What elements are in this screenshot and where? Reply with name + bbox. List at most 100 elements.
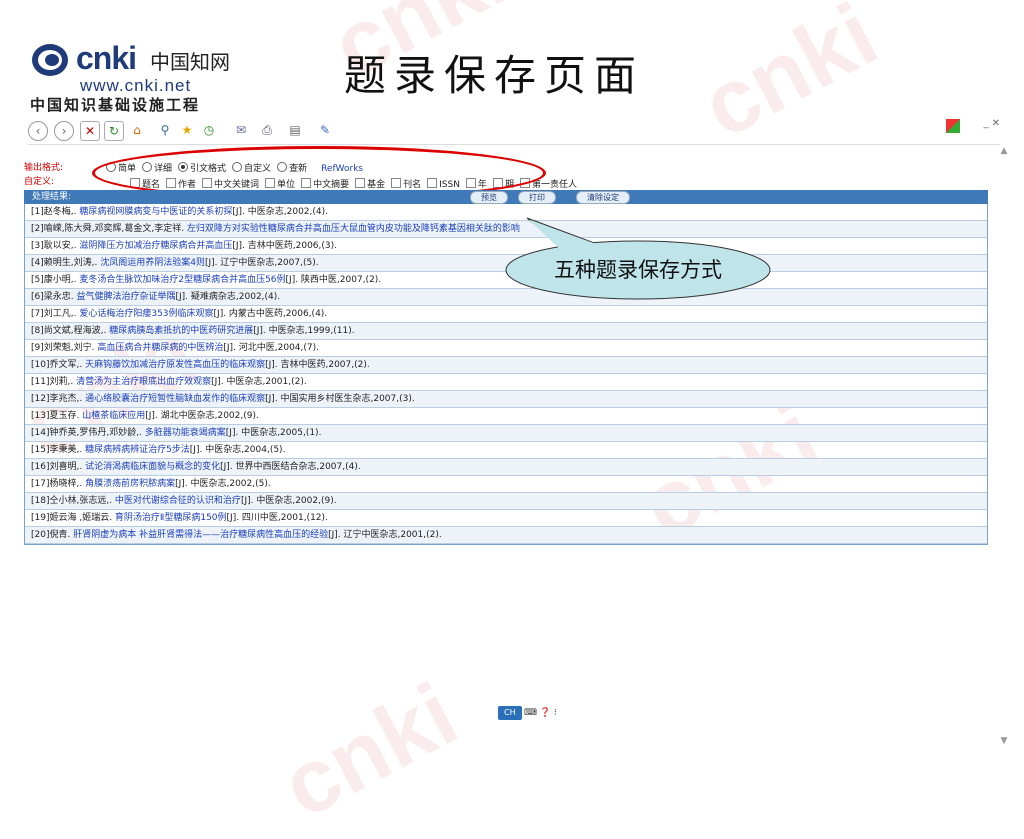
result-title-link[interactable]: 天麻钩藤饮加减治疗原发性高血压的临床观察 <box>85 360 265 370</box>
result-source: [J]. 中医杂志,2002,(5). <box>175 479 271 489</box>
logo-project-name: 中国知识基础设施工程 <box>30 96 201 114</box>
result-source: [J]. 中医杂志,2002,(9). <box>240 496 337 506</box>
output-format-label: 输出格式: <box>24 163 64 173</box>
result-source: [J]. 中医杂志,2004,(5). <box>189 445 286 455</box>
result-title-link[interactable]: 试论消渴病临床面貌与概念的变化 <box>85 462 220 472</box>
result-title-link[interactable]: 清营汤为主治疗眼底出血疗效观察 <box>76 377 211 387</box>
result-source: [J]. 内蒙古中医药,2006,(4). <box>213 309 328 319</box>
edit-icon[interactable]: ▤ <box>286 121 304 139</box>
callout-bubble: 五种题录保存方式 <box>505 217 771 300</box>
result-title-link[interactable]: 爱心话梅治疗阳痿353例临床观察 <box>79 309 213 319</box>
result-source: [J]. 吉林中医药,2006,(3). <box>232 241 337 251</box>
result-title-link[interactable]: 益气健脾法治疗杂证举隅 <box>76 292 175 302</box>
result-row: [19]姬云海 ,姬瑞云. 育阴汤治疗Ⅱ型糖尿病150例[J]. 四川中医,20… <box>25 510 987 527</box>
results-header-label: 处理结果: <box>32 192 72 202</box>
browser-toolbar: ‹ › ✕ ↻ ⌂ ⚲ ★ ◷ ✉ ⎙ ▤ ✎ <box>28 116 1000 145</box>
result-authors: [20]倪青. <box>31 530 74 540</box>
result-authors: [10]乔文军,. <box>31 360 86 370</box>
result-title-link[interactable]: 糖尿病视网膜病变与中医证的关系初探 <box>79 207 232 217</box>
logo-cn-name: 中国知网 <box>150 50 230 74</box>
result-title-link[interactable]: 糖尿病辨病辨证治疗5步法 <box>85 445 190 455</box>
print-icon[interactable]: ⎙ <box>258 121 276 139</box>
result-authors: [13]夏玉存. <box>31 411 83 421</box>
search-icon[interactable]: ⚲ <box>156 121 174 139</box>
cnki-logo: cnki 中国知网 www.cnki.net 中国知识基础设施工程 <box>30 40 250 116</box>
result-source: [J]. 世界中西医结合杂志,2007,(4). <box>220 462 361 472</box>
result-title-link[interactable]: 育阴汤治疗Ⅱ型糖尿病150例 <box>115 513 227 523</box>
result-row: [9]刘荣魁,刘宁. 高血压病合并糖尿病的中医辨治[J]. 河北中医,2004,… <box>25 340 987 357</box>
result-row: [7]刘工凡,. 爱心话梅治疗阳痿353例临床观察[J]. 内蒙古中医药,200… <box>25 306 987 323</box>
ime-indicator[interactable]: CH <box>498 706 522 720</box>
slide-title: 题录保存页面 <box>344 51 645 100</box>
callout-text: 五种题录保存方式 <box>554 258 722 282</box>
result-title-link[interactable]: 中医对代谢综合征的认识和治疗 <box>115 496 241 506</box>
favorites-icon[interactable]: ★ <box>178 121 196 139</box>
result-source: [J]. 疑难病杂志,2002,(4). <box>175 292 281 302</box>
forward-icon[interactable]: › <box>54 121 74 141</box>
result-title-link[interactable]: 麦冬汤合生脉饮加味治疗2型糖尿病合并高血压56例 <box>79 275 285 285</box>
result-source: [J]. 湖北中医杂志,2002,(9). <box>145 411 259 421</box>
custom-field-label: 第一责任人 <box>531 180 577 190</box>
result-source: [J]. 中医杂志,2005,(1). <box>225 428 322 438</box>
result-title-link[interactable]: 沈凤阁运用养阴法验案4则 <box>100 258 205 268</box>
result-authors: [17]杨晓梓,. <box>31 479 86 489</box>
result-title-link[interactable]: 角膜溃疡前房积脓病案 <box>85 479 175 489</box>
result-row: [20]倪青. 肝肾阴虚为病本 补益肝肾需得法——治疗糖尿病性高血压的经验[J]… <box>25 527 987 544</box>
discuss-icon[interactable]: ✎ <box>316 121 334 139</box>
logo-brand: cnki <box>76 40 137 76</box>
result-authors: [6]梁永忠. <box>31 292 77 302</box>
scroll-up-icon[interactable]: ▲ <box>999 146 1009 156</box>
result-source: [J]. 辽宁中医杂志,2001,(2). <box>328 530 442 540</box>
back-icon[interactable]: ‹ <box>28 121 48 141</box>
result-row: [16]刘喜明,. 试论消渴病临床面貌与概念的变化[J]. 世界中西医结合杂志,… <box>25 459 987 476</box>
scroll-down-icon[interactable]: ▼ <box>999 736 1009 746</box>
result-source: [J]. 辽宁中医杂志,2007,(5). <box>204 258 319 268</box>
scrollbar[interactable]: ▲ ▼ <box>998 146 1010 746</box>
custom-label: 自定义: <box>24 177 55 187</box>
result-title-link[interactable]: 肝肾阴虚为病本 补益肝肾需得法——治疗糖尿病性高血压的经验 <box>73 530 328 540</box>
result-source: [J]. 陕西中医,2007,(2). <box>285 275 382 285</box>
result-row: [10]乔文军,. 天麻钩藤饮加减治疗原发性高血压的临床观察[J]. 吉林中医药… <box>25 357 987 374</box>
result-title-link[interactable]: 滋阴降压方加减治疗糖尿病合并高血压 <box>79 241 232 251</box>
result-authors: [11]刘莉,. <box>31 377 77 387</box>
mail-icon[interactable]: ✉ <box>232 121 250 139</box>
result-authors: [9]刘荣魁,刘宁. <box>31 343 98 353</box>
result-title-link[interactable]: 左归双降方对实验性糖尿病合并高血压大鼠血管内皮功能及降钙素基因相关肽的影响 <box>187 224 520 234</box>
result-authors: [7]刘工凡,. <box>31 309 80 319</box>
refresh-icon[interactable]: ↻ <box>104 121 124 141</box>
result-title-link[interactable]: 多脏器功能衰竭病案 <box>145 428 226 438</box>
result-authors: [1]赵冬梅,. <box>31 207 80 217</box>
print-button[interactable]: 打印 <box>518 191 556 204</box>
result-title-link[interactable]: 通心络胶囊治疗短暂性脑缺血发作的临床观察 <box>85 394 265 404</box>
logo-url: www.cnki.net <box>80 76 192 95</box>
result-source: [J]. 中国实用乡村医生杂志,2007,(3). <box>265 394 415 404</box>
result-authors: [18]仝小林,张志远,. <box>31 496 115 506</box>
home-icon[interactable]: ⌂ <box>128 121 146 139</box>
result-row: [12]李兆杰,. 通心络胶囊治疗短暂性脑缺血发作的临床观察[J]. 中国实用乡… <box>25 391 987 408</box>
result-title-link[interactable]: 高血压病合并糖尿病的中医辨治 <box>97 343 223 353</box>
result-authors: [4]赖明生,刘涛,. <box>31 258 101 268</box>
stop-icon[interactable]: ✕ <box>80 121 100 141</box>
clear-settings-button[interactable]: 清除设定 <box>576 191 630 204</box>
result-authors: [12]李兆杰,. <box>31 394 86 404</box>
history-icon[interactable]: ◷ <box>200 121 218 139</box>
result-row: [2]喻嵘,陈大舜,邓奕辉,葛金文,李定祥. 左归双降方对实验性糖尿病合并高血压… <box>25 221 987 238</box>
result-authors: [19]姬云海 ,姬瑞云. <box>31 513 115 523</box>
result-authors: [8]尚文斌,程海波,. <box>31 326 110 336</box>
ime-tools-icon[interactable]: ⌨ ❓ ⁝ <box>524 706 557 720</box>
result-row: [13]夏玉存. 山楂茶临床应用[J]. 湖北中医杂志,2002,(9). <box>25 408 987 425</box>
preview-button[interactable]: 预览 <box>470 191 508 204</box>
window-controls[interactable]: _ ✕ <box>983 118 1000 129</box>
result-title-link[interactable]: 山楂茶临床应用 <box>82 411 145 421</box>
result-authors: [16]刘喜明,. <box>31 462 86 472</box>
results-header: 处理结果: 预览 打印 清除设定 <box>24 190 988 204</box>
result-row: [15]李秉美,. 糖尿病辨病辨证治疗5步法[J]. 中医杂志,2004,(5)… <box>25 442 987 459</box>
result-source: [J]. 河北中医,2004,(7). <box>223 343 319 353</box>
result-source: [J]. 四川中医,2001,(12). <box>226 513 328 523</box>
result-title-link[interactable]: 糖尿病胰岛素抵抗的中医药研究进展 <box>109 326 253 336</box>
result-source: [J]. 中医杂志,2001,(2). <box>211 377 307 387</box>
result-row: [18]仝小林,张志远,. 中医对代谢综合征的认识和治疗[J]. 中医杂志,20… <box>25 493 987 510</box>
result-authors: [15]李秉美,. <box>31 445 86 455</box>
result-authors: [14]钟乔英,罗伟丹,邓妙龄,. <box>31 428 145 438</box>
result-authors: [5]康小明,. <box>31 275 80 285</box>
